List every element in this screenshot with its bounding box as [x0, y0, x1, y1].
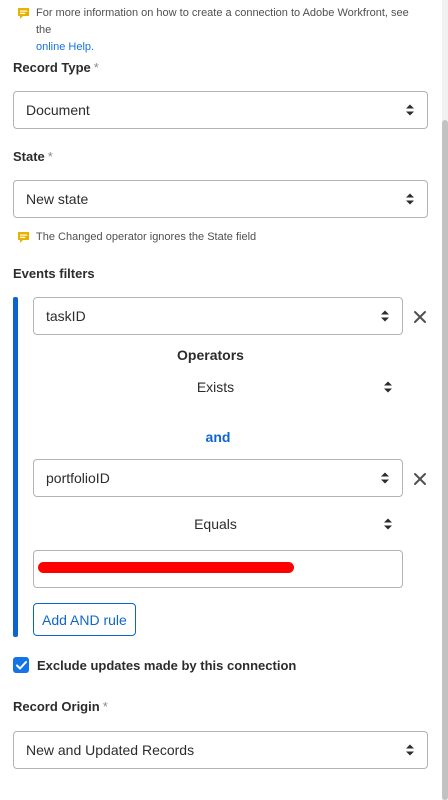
record-origin-label-text: Record Origin — [13, 699, 100, 714]
record-origin-label: Record Origin * — [13, 699, 108, 714]
events-filters-label: Events filters — [13, 266, 95, 281]
operators-title: Operators — [177, 347, 244, 363]
exclude-updates-row[interactable]: Exclude updates made by this connection — [13, 657, 296, 673]
state-value: New state — [26, 191, 89, 207]
comment-note-icon — [18, 232, 29, 243]
rule-value-input[interactable] — [33, 550, 403, 588]
rule-operator-select[interactable]: Equals — [33, 510, 398, 538]
close-icon[interactable] — [413, 472, 427, 486]
exclude-updates-label: Exclude updates made by this connection — [37, 657, 297, 673]
add-and-rule-button[interactable]: Add AND rule — [33, 603, 136, 636]
filter-group-indicator — [13, 297, 18, 637]
and-conjunction-label: and — [205, 429, 231, 445]
record-type-label: Record Type * — [13, 60, 99, 75]
info-note-text: For more information on how to create a … — [36, 7, 409, 36]
state-note: The Changed operator ignores the State f… — [17, 229, 256, 246]
required-mark: * — [47, 149, 53, 164]
required-mark: * — [93, 60, 99, 75]
state-note-text: The Changed operator ignores the State f… — [36, 231, 257, 243]
exclude-updates-checkbox[interactable] — [13, 657, 29, 673]
rule-operator-value: Exists — [196, 379, 235, 395]
state-label-text: State — [13, 149, 45, 164]
rule-operator-value: Equals — [194, 516, 237, 532]
redacted-value — [38, 562, 294, 573]
chevron-updown-icon — [406, 193, 414, 205]
info-note: For more information on how to create a … — [17, 5, 427, 56]
chevron-updown-icon — [406, 744, 414, 756]
scrollbar-thumb[interactable] — [442, 120, 448, 800]
rule-field-value: portfolioID — [46, 470, 110, 486]
chevron-updown-icon — [381, 310, 389, 322]
rule-field-select[interactable]: taskID — [33, 297, 403, 335]
scrollbar-track[interactable] — [442, 0, 448, 800]
record-type-value: Document — [26, 102, 90, 118]
checkmark-icon — [15, 660, 27, 669]
state-select[interactable]: New state — [13, 180, 428, 218]
rule-operator-select[interactable]: Exists — [33, 373, 398, 401]
required-mark: * — [102, 699, 108, 714]
record-type-select[interactable]: Document — [13, 91, 428, 129]
record-type-label-text: Record Type — [13, 60, 91, 75]
online-help-link[interactable]: online Help. — [36, 41, 94, 53]
chevron-updown-icon — [384, 381, 392, 393]
close-icon[interactable] — [413, 310, 427, 324]
comment-note-icon — [18, 8, 29, 19]
record-origin-select[interactable]: New and Updated Records — [13, 731, 428, 769]
chevron-updown-icon — [406, 104, 414, 116]
state-label: State * — [13, 149, 53, 164]
rule-field-select[interactable]: portfolioID — [33, 459, 403, 497]
chevron-updown-icon — [381, 472, 389, 484]
record-origin-value: New and Updated Records — [26, 742, 195, 758]
chevron-updown-icon — [384, 518, 392, 530]
rule-field-value: taskID — [46, 308, 86, 324]
